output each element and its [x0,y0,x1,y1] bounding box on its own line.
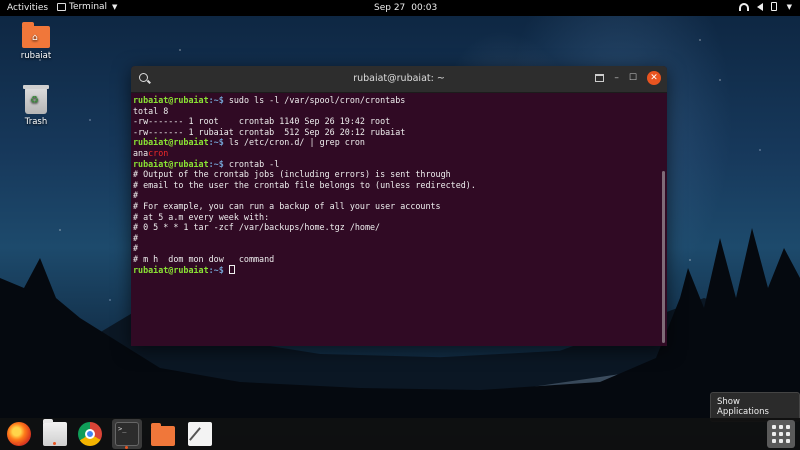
system-tray[interactable]: ▼ [738,2,792,11]
running-indicator [125,446,128,449]
terminal-dock-item[interactable]: >_ [112,419,142,449]
desktop-icon-trash[interactable]: ♻ Trash [11,85,61,127]
files-icon[interactable] [43,419,67,446]
terminal-icon: >_ [115,422,139,446]
text-editor-icon[interactable] [188,422,212,446]
terminal-line: # at 5 a.m every week with: [133,211,270,222]
chevron-down-icon: ▼ [112,3,118,11]
firefox-icon[interactable] [7,422,31,446]
battery-icon [770,2,777,11]
maximize-button[interactable]: ☐ [629,73,637,83]
close-button[interactable]: ✕ [647,71,661,85]
terminal-line: -rw------- 1 root crontab 1140 Sep 26 19… [133,116,391,127]
scrollbar[interactable] [662,171,665,343]
chrome-icon[interactable] [78,422,102,446]
app-menu[interactable]: Terminal ▼ [57,2,117,12]
terminal-titlebar[interactable]: rubaiat@rubaiat: ~ – ☐ ✕ [131,66,667,93]
terminal-line: # [133,190,139,201]
terminal-line: # [133,232,139,243]
terminal-line: # email to the user the crontab file bel… [133,179,476,190]
terminal-line: total 8 [133,105,169,116]
clock-time: 00:03 [411,3,438,13]
folder-icon[interactable] [151,423,175,446]
terminal-line: # For example, you can run a backup of a… [133,200,441,211]
terminal-line: rubaiat@rubaiat:~$ sudo ls -l /var/spool… [133,95,406,105]
terminal-line: anacron [133,147,169,158]
hamburger-menu-icon[interactable] [595,74,605,82]
terminal-line: # m h dom mon dow command [133,253,275,264]
top-bar: Activities Terminal ▼ Sep 27 00:03 ▼ [0,0,800,16]
terminal-line: rubaiat@rubaiat:~$ [133,264,665,276]
trash-icon: ♻ [23,85,49,114]
wifi-icon [738,2,749,11]
window-title: rubaiat@rubaiat: ~ [353,73,445,84]
app-menu-label: Terminal [69,2,108,12]
terminal-app-icon [57,3,66,11]
desktop-icon-label: Trash [24,117,48,127]
volume-icon [756,2,763,11]
home-folder-icon: ⌂ [22,22,50,48]
desktop-icon-home[interactable]: ⌂ rubaiat [11,22,61,61]
terminal-line: rubaiat@rubaiat:~$ ls /etc/cron.d/ | gre… [133,137,365,148]
running-indicator [53,442,56,445]
desktop-icon-label: rubaiat [20,51,52,61]
running-indicator [17,442,20,445]
activities-button[interactable]: Activities [7,3,48,13]
clock[interactable]: Sep 27 00:03 [374,3,437,13]
clock-date: Sep 27 [374,3,406,13]
terminal-line: # Output of the crontab jobs (including … [133,169,451,180]
dock: >_ [0,418,800,450]
terminal-output[interactable]: rubaiat@rubaiat:~$ sudo ls -l /var/spool… [131,93,667,275]
text-cursor [228,264,235,274]
terminal-line: -rw------- 1 rubaiat crontab 512 Sep 26 … [133,126,406,137]
terminal-line: # [133,243,139,254]
show-applications-icon[interactable] [767,420,795,448]
minimize-button[interactable]: – [614,73,619,83]
chevron-down-icon: ▼ [786,2,792,11]
terminal-line: # 0 5 * * 1 tar -zcf /var/backups/home.t… [133,222,381,233]
terminal-line: rubaiat@rubaiat:~$ crontab -l [133,158,280,169]
terminal-window[interactable]: rubaiat@rubaiat: ~ – ☐ ✕ rubaiat@rubaiat… [131,66,667,346]
